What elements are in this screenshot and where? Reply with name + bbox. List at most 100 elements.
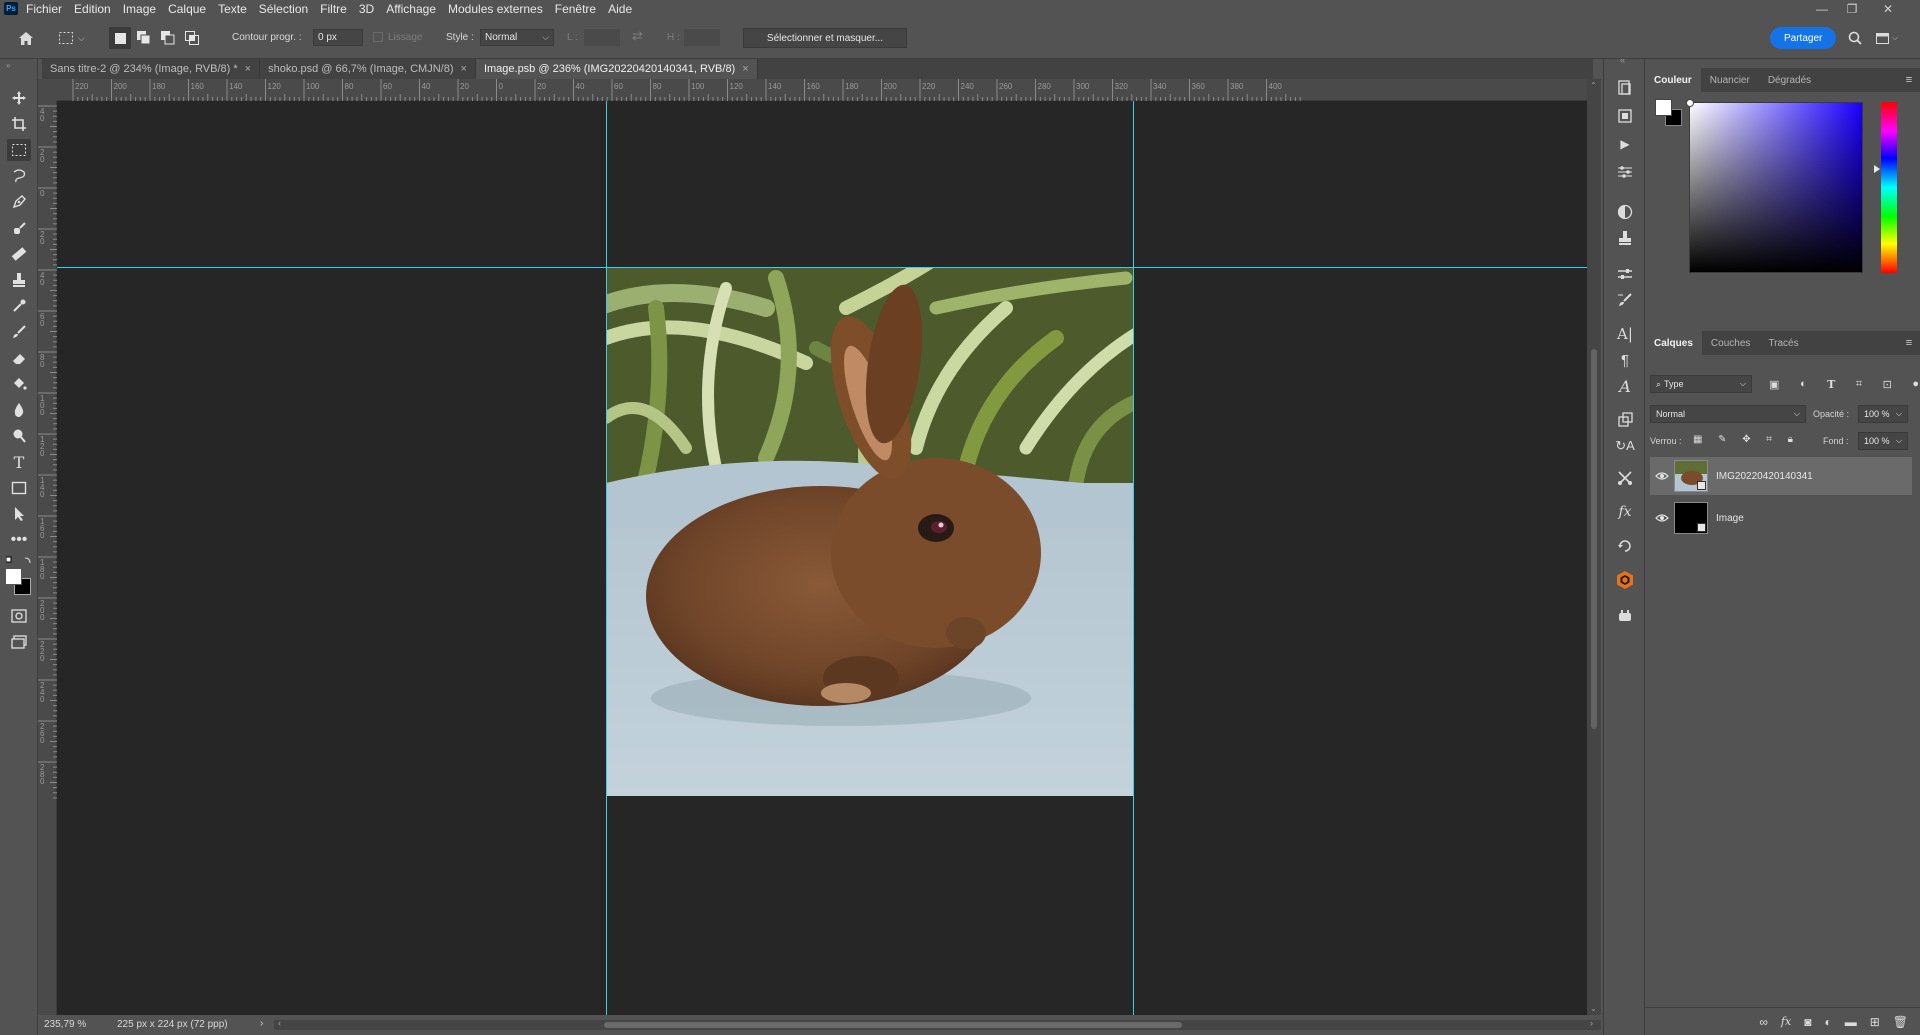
menu-fenetre[interactable]: Fenêtre — [555, 2, 596, 16]
glyphs-panel-icon[interactable]: A — [1613, 375, 1637, 397]
horizontal-scrollbar[interactable]: ‹ › — [274, 1018, 1601, 1030]
close-window-button[interactable]: ✕ — [1874, 0, 1902, 17]
color-panel-foreground-swatch[interactable] — [1655, 99, 1672, 116]
filter-pixel-icon[interactable]: ▣ — [1769, 378, 1779, 391]
tab-degrades[interactable]: Dégradés — [1759, 68, 1820, 92]
vertical-scroll-thumb[interactable] — [1591, 349, 1597, 729]
swap-colors-control[interactable] — [5, 556, 34, 566]
extension-panel-icon[interactable] — [1613, 605, 1637, 627]
menu-modules-externes[interactable]: Modules externes — [448, 2, 543, 16]
menu-texte[interactable]: Texte — [218, 2, 247, 16]
add-style-fx-icon[interactable]: fx — [1781, 1015, 1791, 1028]
tab-calques[interactable]: Calques — [1645, 331, 1702, 355]
tab-couches[interactable]: Couches — [1702, 331, 1759, 355]
pen-tool-icon[interactable] — [7, 191, 31, 213]
foreground-color-swatch[interactable] — [5, 568, 22, 585]
horizontal-scroll-thumb[interactable] — [604, 1022, 1182, 1028]
vertical-guide[interactable] — [1133, 101, 1134, 1015]
screen-mode-icon[interactable] — [7, 631, 31, 653]
new-layer-icon[interactable]: ⊞ — [1870, 1015, 1880, 1029]
tab-couleur[interactable]: Couleur — [1645, 68, 1701, 92]
document-canvas[interactable] — [57, 101, 1587, 1015]
swap-dimensions-icon[interactable]: ⇄ — [632, 28, 643, 44]
style-select[interactable]: Normal ⌵ — [480, 29, 554, 46]
panel-menu-icon[interactable]: ≡ — [1898, 331, 1920, 355]
dodge-tool-icon[interactable] — [7, 425, 31, 447]
search-button[interactable] — [1845, 29, 1865, 47]
horizontal-guide[interactable] — [57, 267, 1587, 268]
opacity-input[interactable]: 100 % ⌵ — [1858, 405, 1908, 423]
layer-name[interactable]: Image — [1716, 513, 1744, 524]
plugin-cube-icon[interactable] — [1613, 569, 1637, 591]
more-tools-icon[interactable]: ••• — [7, 529, 31, 551]
paint-bucket-icon[interactable] — [7, 373, 31, 395]
properties-panel-icon[interactable] — [1613, 161, 1637, 183]
menu-calque[interactable]: Calque — [168, 2, 206, 16]
menu-image[interactable]: Image — [123, 2, 156, 16]
height-input[interactable] — [684, 29, 720, 46]
scroll-right-icon[interactable]: › — [1590, 1018, 1593, 1028]
delete-layer-icon[interactable]: 🗑︎ — [1893, 1015, 1908, 1029]
feather-input[interactable] — [313, 29, 363, 46]
brush-tool-icon[interactable] — [7, 321, 31, 343]
share-button[interactable]: Partager — [1770, 27, 1837, 49]
lock-pixels-icon[interactable]: ✎ — [1718, 434, 1726, 448]
tab-nuancier[interactable]: Nuancier — [1701, 68, 1759, 92]
rectangle-tool-icon[interactable] — [7, 477, 31, 499]
brush-settings-icon[interactable] — [1613, 263, 1637, 285]
new-selection-button[interactable] — [109, 27, 131, 49]
antialias-checkbox[interactable] — [373, 32, 383, 42]
filter-smart-object-icon[interactable]: ⊡ — [1883, 378, 1892, 391]
eraser-tool-icon[interactable] — [7, 347, 31, 369]
horizontal-ruler[interactable]: 220 200 180 160 140 120 100 80 60 40 20 0 20 40 60 80 10… — [57, 79, 1593, 101]
width-input[interactable] — [584, 29, 620, 46]
history-panel-icon[interactable] — [1613, 77, 1637, 99]
3d-panel-icon[interactable] — [1613, 409, 1637, 431]
character-styles-icon[interactable]: ↻A — [1613, 435, 1637, 457]
zoom-level[interactable]: 235,79 % — [44, 1019, 86, 1030]
ruler-corner[interactable] — [38, 79, 57, 101]
paragraph-panel-icon[interactable]: ¶ — [1613, 349, 1637, 371]
menu-filtre[interactable]: Filtre — [320, 2, 347, 16]
home-button[interactable] — [14, 28, 38, 48]
eyedropper-icon[interactable] — [7, 295, 31, 317]
menu-aide[interactable]: Aide — [608, 2, 632, 16]
brushes-panel-icon[interactable] — [1613, 289, 1637, 311]
layer-name[interactable]: IMG20220420140341 — [1716, 471, 1813, 482]
actions-play-icon[interactable]: ▶ — [1613, 133, 1637, 155]
menu-affichage[interactable]: Affichage — [386, 2, 436, 16]
add-mask-icon[interactable]: ◙ — [1804, 1015, 1811, 1029]
doc-tab-image[interactable]: Image.psb @ 236% (IMG20220420140341, RVB… — [475, 59, 758, 79]
color-picker-handle[interactable] — [1686, 99, 1694, 107]
tool-presets-icon[interactable] — [1613, 467, 1637, 489]
hue-slider-handle[interactable] — [1874, 165, 1880, 173]
marquee-tool-icon[interactable] — [7, 139, 31, 161]
scroll-down-icon[interactable]: ⌄ — [1590, 1004, 1597, 1013]
status-menu-arrow-icon[interactable]: › — [260, 1018, 263, 1029]
lock-position-icon[interactable]: ✥ — [1742, 434, 1750, 448]
menu-fichier[interactable]: Fichier — [26, 2, 62, 16]
blend-mode-select[interactable]: Normal ⌵ — [1650, 405, 1806, 423]
restore-button[interactable]: ❐ — [1838, 0, 1866, 17]
filter-shape-icon[interactable]: ⌗ — [1856, 378, 1862, 391]
info-panel-icon[interactable] — [1613, 105, 1637, 127]
type-tool-icon[interactable]: T — [7, 451, 31, 473]
layer-row-img[interactable]: IMG20220420140341 — [1650, 457, 1912, 495]
filter-type-icon[interactable]: T — [1827, 378, 1835, 391]
lock-transparency-icon[interactable]: ▦ — [1693, 434, 1702, 448]
tool-preset-picker[interactable]: ⌵ — [58, 28, 96, 48]
ruler-tool-icon[interactable] — [7, 243, 31, 265]
hue-slider[interactable] — [1881, 102, 1897, 273]
new-group-icon[interactable]: ▬ — [1845, 1015, 1857, 1029]
close-tab-icon[interactable]: × — [461, 63, 467, 75]
doc-tab-shoko[interactable]: shoko.psd @ 66,7% (Image, CMJN/8) × — [260, 59, 476, 79]
adjustments-panel-icon[interactable] — [1613, 201, 1637, 223]
close-tab-icon[interactable]: × — [742, 63, 748, 75]
vertical-guide[interactable] — [606, 101, 607, 1015]
character-panel-icon[interactable]: A| — [1613, 323, 1637, 345]
visibility-eye-icon[interactable] — [1650, 471, 1674, 481]
healing-brush-icon[interactable] — [7, 217, 31, 239]
move-tool-icon[interactable] — [7, 87, 31, 109]
select-and-mask-button[interactable]: Sélectionner et masquer... — [743, 28, 907, 48]
filter-toggle-icon[interactable]: ● — [1912, 378, 1919, 390]
